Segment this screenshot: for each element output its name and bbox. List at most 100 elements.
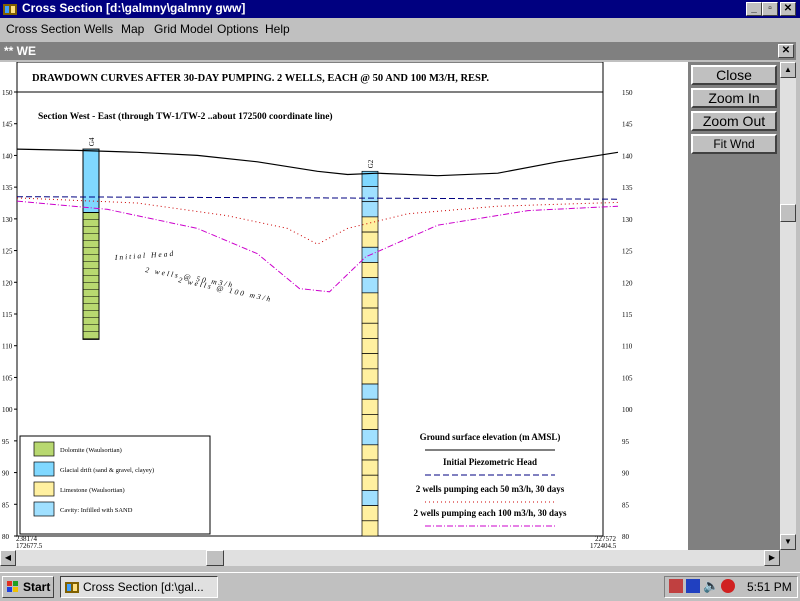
scroll-left-arrow[interactable]: ◀	[0, 550, 16, 566]
well-segment	[361, 414, 379, 430]
fit-window-button[interactable]: Fit Wnd	[691, 134, 777, 154]
vertical-scroll-thumb[interactable]	[780, 204, 796, 222]
y-tick-label-right: 140	[622, 152, 633, 160]
taskbar-item-cross-section[interactable]: Cross Section [d:\gal...	[60, 576, 218, 598]
well-segment	[361, 353, 379, 370]
y-axis-left: 80 85 90 95 100 105 110 115 120 125 130 135 140 145 15…	[2, 89, 17, 541]
series-legend-label: Initial Piezometric Head	[443, 457, 537, 467]
curves-layer	[16, 148, 619, 293]
menu-grid-model[interactable]: Grid Model	[154, 22, 213, 36]
y-tick-label-right: 105	[622, 374, 633, 382]
well-segment	[361, 505, 379, 522]
series-line-2	[16, 197, 619, 245]
app-icon	[3, 4, 17, 15]
scroll-down-arrow[interactable]: ▼	[780, 534, 796, 550]
well-segment	[361, 520, 379, 537]
curve-labels-layer: Initial Head2 wells @ 50 m3/h2 wells @ 1…	[114, 249, 274, 304]
menu-bar: Cross Section Wells Map Grid Model Optio…	[0, 19, 800, 39]
y-tick-label-right: 90	[622, 470, 630, 478]
well-segment	[361, 216, 379, 233]
well-segment	[361, 368, 379, 385]
corner-label-left-y: 172677.5	[16, 542, 43, 550]
y-tick-label-right: 125	[622, 248, 633, 256]
menu-cross-section[interactable]: Cross Section	[6, 22, 81, 36]
taskbar: Start Cross Section [d:\gal... 🔈 5:51 PM	[0, 572, 800, 601]
start-button[interactable]: Start	[2, 576, 54, 598]
well-label: G2	[367, 159, 375, 168]
well-segment	[361, 490, 379, 506]
well-segment	[361, 444, 379, 461]
zoom-out-button[interactable]: Zoom Out	[691, 111, 777, 131]
chart-title: DRAWDOWN CURVES AFTER 30-DAY PUMPING. 2 …	[32, 73, 489, 84]
chart-subtitle: Section West - East (through TW-1/TW-2 .…	[38, 111, 333, 122]
y-tick-label-right: 115	[622, 311, 633, 319]
document-title: ** WE	[4, 44, 37, 58]
y-tick-label-left: 120	[2, 279, 13, 287]
scroll-right-arrow[interactable]: ▶	[764, 550, 780, 566]
corner-label-right-y: 172404.5	[590, 542, 617, 550]
litho-label: Cavity: Infilled with SAND	[60, 507, 133, 514]
y-tick-label-left: 80	[2, 533, 10, 541]
y-tick-label-right: 145	[622, 121, 633, 129]
tray-alert-icon[interactable]	[721, 579, 735, 593]
zoom-in-button[interactable]: Zoom In	[691, 88, 777, 108]
y-tick-label-left: 135	[2, 184, 13, 192]
minimize-button[interactable]: _	[746, 2, 762, 16]
y-tick-label-right: 120	[622, 279, 633, 287]
task-app-icon	[65, 582, 79, 593]
well-segment	[361, 429, 379, 446]
litho-label: Glacial drift (sand & gravel, clayey)	[60, 467, 154, 474]
well-segment	[82, 212, 100, 340]
y-tick-label-right: 80	[622, 533, 630, 541]
y-tick-label-right: 135	[622, 184, 633, 192]
well-segment	[361, 307, 379, 324]
well-segment	[361, 231, 379, 248]
litho-swatch	[33, 441, 55, 457]
menu-map[interactable]: Map	[121, 22, 144, 36]
well-G2: G2	[361, 159, 379, 537]
well-segment	[361, 262, 379, 279]
series-legend-label: 2 wells pumping each 100 m3/h, 30 days	[413, 508, 567, 518]
y-tick-label-left: 100	[2, 406, 13, 414]
menu-wells[interactable]: Wells	[84, 22, 113, 36]
menu-options[interactable]: Options	[217, 22, 258, 36]
litho-swatch	[33, 481, 55, 497]
well-segment	[361, 292, 379, 309]
horizontal-scrollbar[interactable]: ◀ ▶	[0, 550, 780, 566]
horizontal-scroll-thumb[interactable]	[206, 550, 224, 566]
litho-label: Dolomite (Waulsortian)	[60, 447, 122, 454]
tray-network-icon[interactable]	[686, 579, 700, 593]
litho-label: Limestone (Waulsortian)	[60, 487, 125, 494]
well-segment	[361, 322, 379, 339]
y-tick-label-right: 85	[622, 501, 630, 509]
well-segment	[82, 148, 100, 214]
scroll-up-arrow[interactable]: ▲	[780, 62, 796, 78]
close-window-button[interactable]: ✕	[780, 2, 796, 16]
windows-logo-icon	[7, 581, 18, 592]
clock: 5:51 PM	[747, 580, 792, 594]
vertical-scrollbar[interactable]: ▲ ▼	[780, 62, 796, 550]
close-document-button[interactable]: ✕	[778, 44, 794, 58]
y-tick-label-left: 90	[2, 470, 10, 478]
series-legend-label: 2 wells pumping each 50 m3/h, 30 days	[416, 484, 565, 494]
well-segment	[361, 474, 379, 491]
y-tick-label-right: 95	[622, 438, 630, 446]
y-tick-label-right: 110	[622, 343, 633, 351]
menu-help[interactable]: Help	[265, 22, 290, 36]
cross-section-chart: DRAWDOWN CURVES AFTER 30-DAY PUMPING. 2 …	[2, 61, 633, 550]
window-title: Cross Section [d:\galmny\galmny gww]	[22, 1, 246, 15]
y-tick-label-left: 115	[2, 311, 13, 319]
y-tick-label-left: 95	[2, 438, 10, 446]
speaker-icon[interactable]: 🔈	[703, 578, 719, 594]
restore-button[interactable]: ▫	[762, 2, 778, 16]
y-tick-label-right: 130	[622, 216, 633, 224]
y-tick-label-left: 110	[2, 343, 13, 351]
well-segment	[361, 459, 379, 476]
system-tray: 🔈 5:51 PM	[664, 576, 798, 598]
tray-app-icon[interactable]	[669, 579, 683, 593]
y-tick-label-left: 145	[2, 121, 13, 129]
y-tick-label-left: 105	[2, 374, 13, 382]
close-button[interactable]: Close	[691, 65, 777, 85]
well-segment	[361, 201, 379, 218]
y-tick-label-left: 85	[2, 501, 10, 509]
